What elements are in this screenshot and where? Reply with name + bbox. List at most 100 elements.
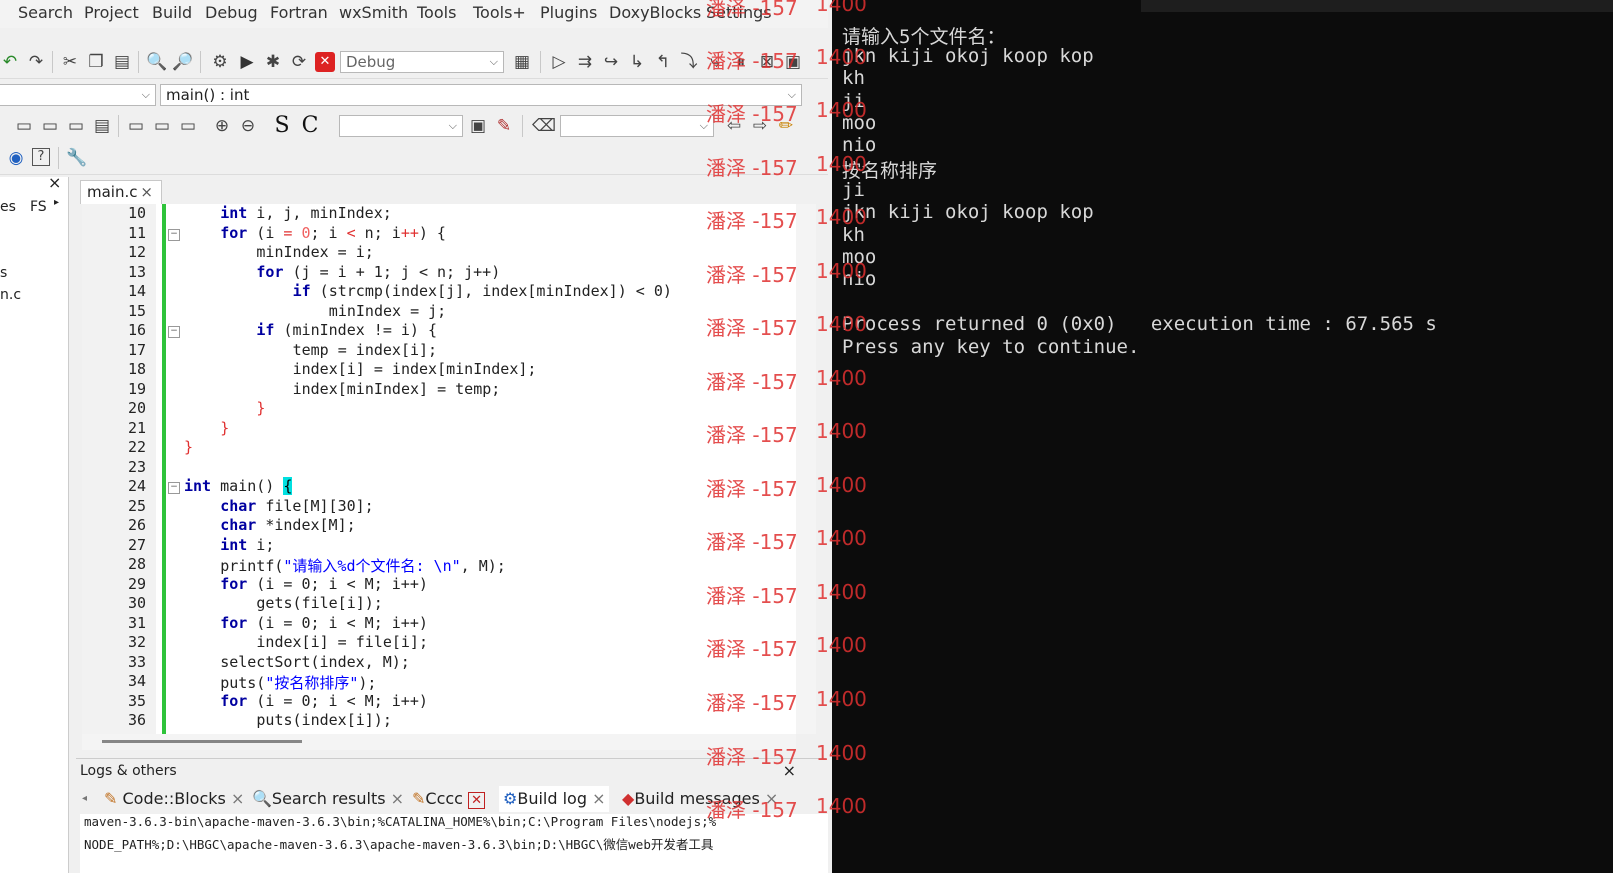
horizontal-scrollbar[interactable] (82, 734, 796, 750)
tab-scroll-right-icon[interactable]: ▸ (54, 197, 59, 208)
clear-icon[interactable]: ⌫ (532, 116, 556, 136)
build-gear-icon[interactable]: ⚙ (210, 52, 230, 72)
tab-build-log[interactable]: ⚙Build log × (499, 786, 610, 812)
main-toolbar: ↶ ↷ ✂ ❐ ▤ 🔍 🔎 ⚙ ▶ ✱ ⟳ ✕ Debug ⌵ ▦ ▷ ⇉ ↪ … (0, 46, 828, 79)
step-into-icon[interactable]: ↳ (627, 52, 647, 72)
next-line-icon[interactable]: ↪ (601, 52, 621, 72)
paste-icon[interactable]: ▤ (112, 52, 132, 72)
tab-main-c[interactable]: main.c × (80, 180, 162, 204)
fold-marker-icon[interactable]: − (168, 326, 180, 338)
redo-icon[interactable]: ↷ (26, 52, 46, 72)
next-instruction-icon[interactable]: ⤵ (679, 52, 699, 72)
close-icon[interactable]: × (592, 789, 605, 808)
menu-doxyblocks[interactable]: DoxyBlocks (609, 3, 701, 22)
console-window[interactable]: 请输入5个文件名： jkn kiji okoj koop kop kh ji moo ni… (832, 0, 1613, 873)
copy-icon[interactable]: ❐ (86, 52, 106, 72)
close-icon[interactable]: × (140, 181, 153, 203)
close-icon[interactable]: × (48, 173, 61, 192)
fold-marker-icon[interactable]: − (168, 228, 180, 241)
stream-comment-icon[interactable]: ▤ (92, 116, 112, 136)
line-number: 20 (127, 399, 146, 417)
step-out-icon[interactable]: ↰ (653, 52, 673, 72)
comment-block-icon[interactable]: ▭ (14, 116, 34, 136)
code-line: minIndex = j; (329, 302, 446, 320)
close-icon[interactable]: × (391, 789, 404, 808)
rebuild-icon[interactable]: ⟳ (289, 52, 309, 72)
keyword: for (220, 574, 248, 593)
help-icon[interactable]: ? (32, 148, 50, 166)
comment-line-icon[interactable]: ▭ (40, 116, 60, 136)
line-number: 14 (127, 282, 146, 300)
replace-icon[interactable]: 🔎 (172, 52, 193, 72)
code-token: } (256, 399, 266, 417)
code-token: ) { (418, 223, 446, 242)
management-tab-fs[interactable]: FS (30, 199, 47, 215)
tree-item-main-c[interactable]: n.c (0, 287, 21, 303)
keyword: for (220, 613, 248, 632)
menu-plugins[interactable]: Plugins (540, 3, 597, 22)
find-icon[interactable]: 🔍 (146, 52, 167, 72)
chevron-down-icon: ⌵ (448, 119, 457, 132)
tree-item[interactable]: s (0, 265, 7, 281)
zoom-out-icon[interactable]: ⊖ (238, 116, 258, 136)
box-comment-icon[interactable]: ▭ (126, 116, 146, 136)
code-token: puts(index[i]); (256, 711, 392, 729)
toolbar-separator (540, 51, 541, 73)
code-token: index[i] = file[i]; (256, 633, 428, 651)
undo-icon[interactable]: ↶ (0, 52, 20, 72)
code-line: for (i = 0; i < M; i++) (220, 575, 428, 593)
c-button[interactable]: C (300, 115, 320, 137)
cut-icon[interactable]: ✂ (60, 52, 80, 72)
management-tab-projects[interactable]: es (0, 199, 16, 215)
watermark-number: 1400 (816, 794, 867, 818)
tab-scroll-left-icon[interactable]: ◂ (82, 786, 87, 812)
debug-run-icon[interactable]: ▷ (549, 52, 569, 72)
search-box-icon[interactable]: ▣ (468, 116, 488, 136)
zoom-in-icon[interactable]: ⊕ (212, 116, 232, 136)
tools-icon[interactable]: ✎ (494, 116, 514, 136)
tab-codeblocks[interactable]: ✎ Code::Blocks × (104, 786, 244, 812)
abort-icon[interactable]: ✕ (315, 52, 335, 72)
line-number: 19 (127, 379, 146, 398)
menu-debug[interactable]: Debug (205, 3, 258, 22)
menu-search[interactable]: Search (18, 3, 73, 22)
wrench-icon[interactable]: 🔧 (66, 148, 87, 168)
tab-search-results[interactable]: 🔍Search results × (252, 786, 404, 812)
doxy-select-1[interactable]: ⌵ (339, 115, 463, 137)
line-number: 27 (127, 535, 146, 554)
watermark-text: 潘泽 -157 (706, 49, 798, 73)
change-bar (162, 204, 166, 734)
s-button[interactable]: S (272, 115, 292, 137)
keyword: char (220, 516, 257, 534)
menu-wxsmith[interactable]: wxSmith (339, 3, 408, 22)
code-line: index[i] = file[i]; (256, 633, 428, 651)
line-number: 26 (127, 516, 146, 534)
console-line: jkn kiji okoj koop kop (842, 45, 1094, 67)
uncomment-icon[interactable]: ▭ (66, 116, 86, 136)
watermark-number: 1400 (816, 526, 867, 550)
code-editor[interactable]: 10 11 12 13 14 15 16 17 18 19 20 21 22 23 24 25 26 27 28 29… (82, 204, 796, 734)
globe-icon[interactable]: ◉ (6, 148, 26, 168)
select-all-icon[interactable]: ▭ (178, 116, 198, 136)
code-token: temp = index[i]; (292, 340, 438, 359)
menu-build[interactable]: Build (152, 3, 192, 22)
close-icon[interactable]: ✕ (468, 792, 485, 809)
target-settings-icon[interactable]: ▦ (512, 52, 532, 72)
menu-tools-plus[interactable]: Tools+ (473, 3, 526, 22)
close-icon[interactable]: × (231, 789, 244, 808)
select-block-icon[interactable]: ▭ (152, 116, 172, 136)
menu-fortran[interactable]: Fortran (270, 3, 328, 22)
run-to-cursor-icon[interactable]: ⇉ (575, 52, 595, 72)
fold-marker-icon[interactable]: − (168, 482, 180, 494)
run-icon[interactable]: ▶ (237, 52, 257, 72)
vertical-scrollbar[interactable] (796, 204, 816, 734)
code-token: (i = 0; i < M; i++) (247, 574, 428, 593)
scope-select[interactable]: ⌵ (0, 84, 156, 106)
doxy-select-2[interactable]: ⌵ (560, 115, 714, 137)
menu-tools[interactable]: Tools (417, 3, 456, 22)
scroll-thumb[interactable] (102, 740, 302, 743)
build-and-run-icon[interactable]: ✱ (263, 52, 283, 72)
tab-cccc[interactable]: ✎Cccc ✕ (412, 786, 485, 812)
build-target-select[interactable]: Debug ⌵ (340, 51, 504, 73)
menu-project[interactable]: Project (84, 3, 139, 22)
